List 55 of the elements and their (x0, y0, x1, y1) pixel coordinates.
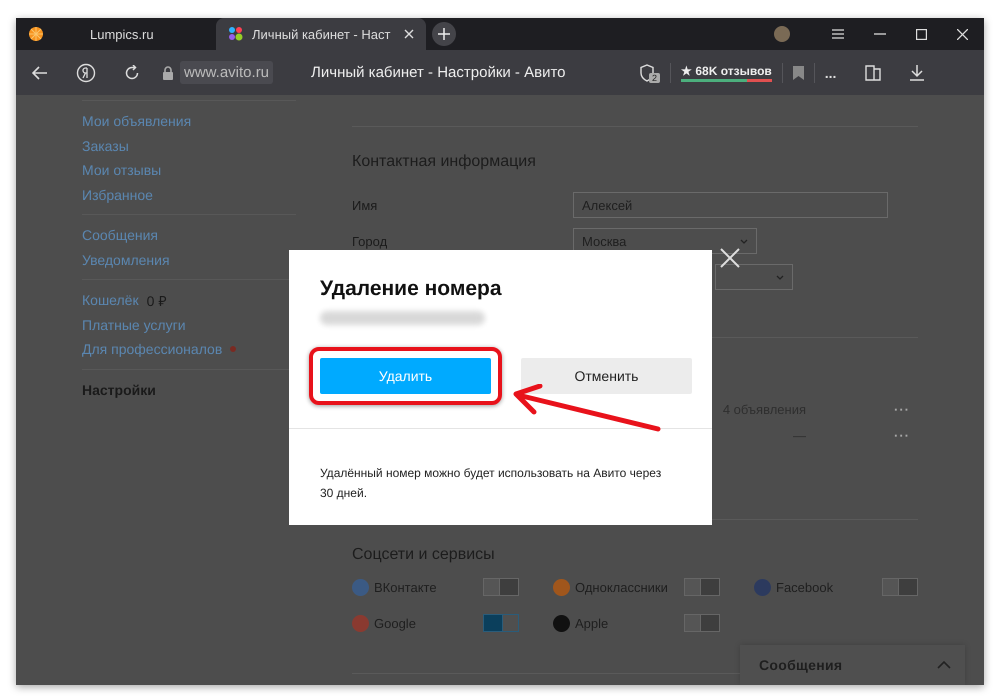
sidebar-link[interactable]: Уведомления (82, 252, 170, 268)
download-icon[interactable] (910, 64, 924, 80)
more-button[interactable]: ··· (894, 428, 910, 442)
sidebar-link[interactable]: Платные услуги (82, 316, 186, 333)
sidebar-link[interactable]: Для профессионалов (82, 341, 222, 358)
sidebar-link[interactable]: Заказы (82, 138, 129, 154)
chevron-down-icon (776, 274, 784, 280)
social-logo-icon (754, 578, 771, 596)
close-icon[interactable] (957, 28, 968, 40)
sidebar-link[interactable]: Сообщения (82, 227, 158, 244)
sidebar-link[interactable]: Мои отзывы (82, 162, 162, 178)
more-button[interactable]: ... (824, 64, 836, 80)
toggle-switch[interactable] (483, 614, 519, 632)
dialog-title: Удаление номера (320, 277, 503, 301)
chevron-down-icon (740, 238, 748, 244)
close-icon[interactable] (720, 248, 740, 268)
dialog-note: Удалённый номер можно будет использовать на Авито через 30 дней. (320, 465, 662, 502)
back-icon[interactable] (32, 66, 48, 80)
listing-count: — (793, 428, 806, 442)
sidebar-link[interactable]: Кошелёк (82, 292, 139, 308)
avatar-icon[interactable] (774, 26, 790, 42)
cancel-button[interactable]: Отменить (521, 358, 692, 394)
more-button[interactable]: ··· (894, 402, 910, 416)
address-field[interactable]: www.avito.ru (180, 61, 274, 84)
select-field[interactable] (715, 264, 793, 290)
reload-icon[interactable] (124, 64, 140, 80)
new-tab-button[interactable] (432, 22, 456, 46)
toggle-switch[interactable] (483, 578, 519, 596)
toggle-switch[interactable] (684, 614, 720, 632)
social-logo-icon (553, 578, 570, 596)
plus-icon (438, 28, 450, 40)
bookmark-icon[interactable] (792, 66, 804, 80)
social-logo-icon (352, 614, 369, 632)
maximize-icon[interactable] (916, 28, 927, 40)
browser-tab[interactable]: Lumpics.ru (16, 18, 216, 50)
reader-icon[interactable] (864, 64, 882, 82)
social-logo-icon (352, 578, 369, 596)
delete-button[interactable]: Удалить (320, 358, 491, 394)
menu-icon[interactable] (832, 29, 844, 39)
fruit-slice-favicon-icon (28, 26, 44, 42)
browser-tab[interactable]: Личный кабинет - Наст (216, 18, 426, 50)
lock-icon[interactable] (162, 66, 174, 80)
social-logo-icon (553, 614, 570, 632)
sidebar-link[interactable]: Мои объявления (82, 113, 192, 130)
shield-icon[interactable] (639, 64, 656, 82)
page-title: Личный кабинет - Настройки - Авито (311, 64, 566, 81)
dots-favicon-icon (228, 26, 244, 42)
sidebar-link[interactable]: Избранное (82, 186, 153, 203)
reviews-button[interactable]: ★ 68K отзывов (681, 64, 772, 82)
minimize-icon[interactable] (874, 33, 886, 35)
close-tab-icon[interactable] (404, 29, 414, 39)
toggle-switch[interactable] (684, 578, 720, 596)
shield-count-badge: 2 (649, 72, 660, 82)
toggle-switch[interactable] (882, 578, 918, 596)
yandex-logo-icon[interactable] (76, 62, 96, 82)
